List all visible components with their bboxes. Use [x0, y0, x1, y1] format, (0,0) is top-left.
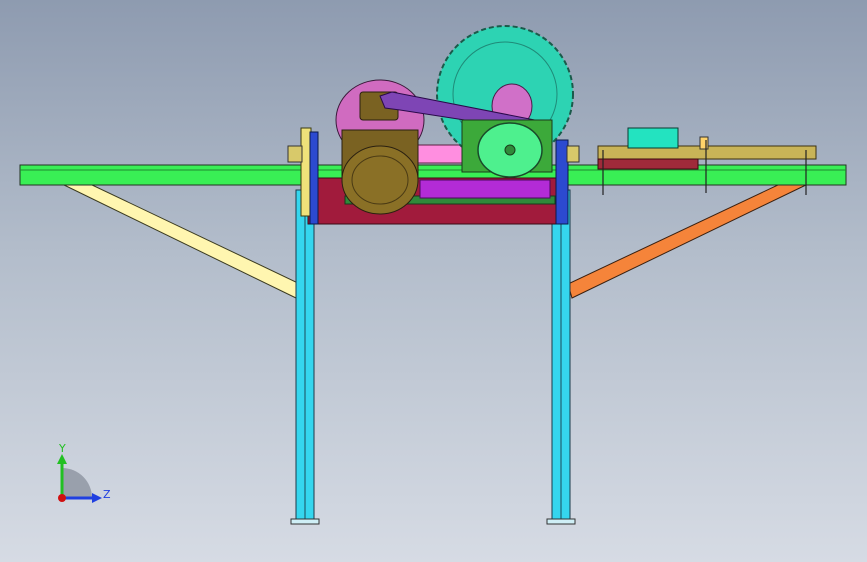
left-knob [287, 145, 303, 163]
y-arrow-icon [57, 454, 67, 464]
left-brace [61, 183, 301, 299]
right-knob [566, 145, 580, 163]
purple-slider [419, 179, 551, 199]
z-axis-label: Z [103, 488, 111, 501]
pink-bar [414, 144, 466, 164]
guide-base [597, 158, 699, 170]
saw-table-model[interactable] [0, 0, 867, 562]
x-axis-icon [58, 494, 66, 502]
axis-triad: Y Z [57, 442, 111, 503]
triad-quadrant [62, 468, 92, 498]
right-brace [567, 183, 809, 299]
cad-viewport[interactable]: Y Z [0, 0, 867, 562]
pulley-hub [504, 144, 516, 156]
left-leg-foot [290, 518, 320, 525]
control-box [627, 127, 679, 149]
right-clamp [555, 139, 569, 225]
left-clamp-inner [309, 131, 319, 225]
z-arrow-icon [92, 493, 102, 503]
right-leg-foot [546, 518, 576, 525]
control-handle [699, 136, 709, 150]
y-axis-label: Y [58, 442, 66, 455]
